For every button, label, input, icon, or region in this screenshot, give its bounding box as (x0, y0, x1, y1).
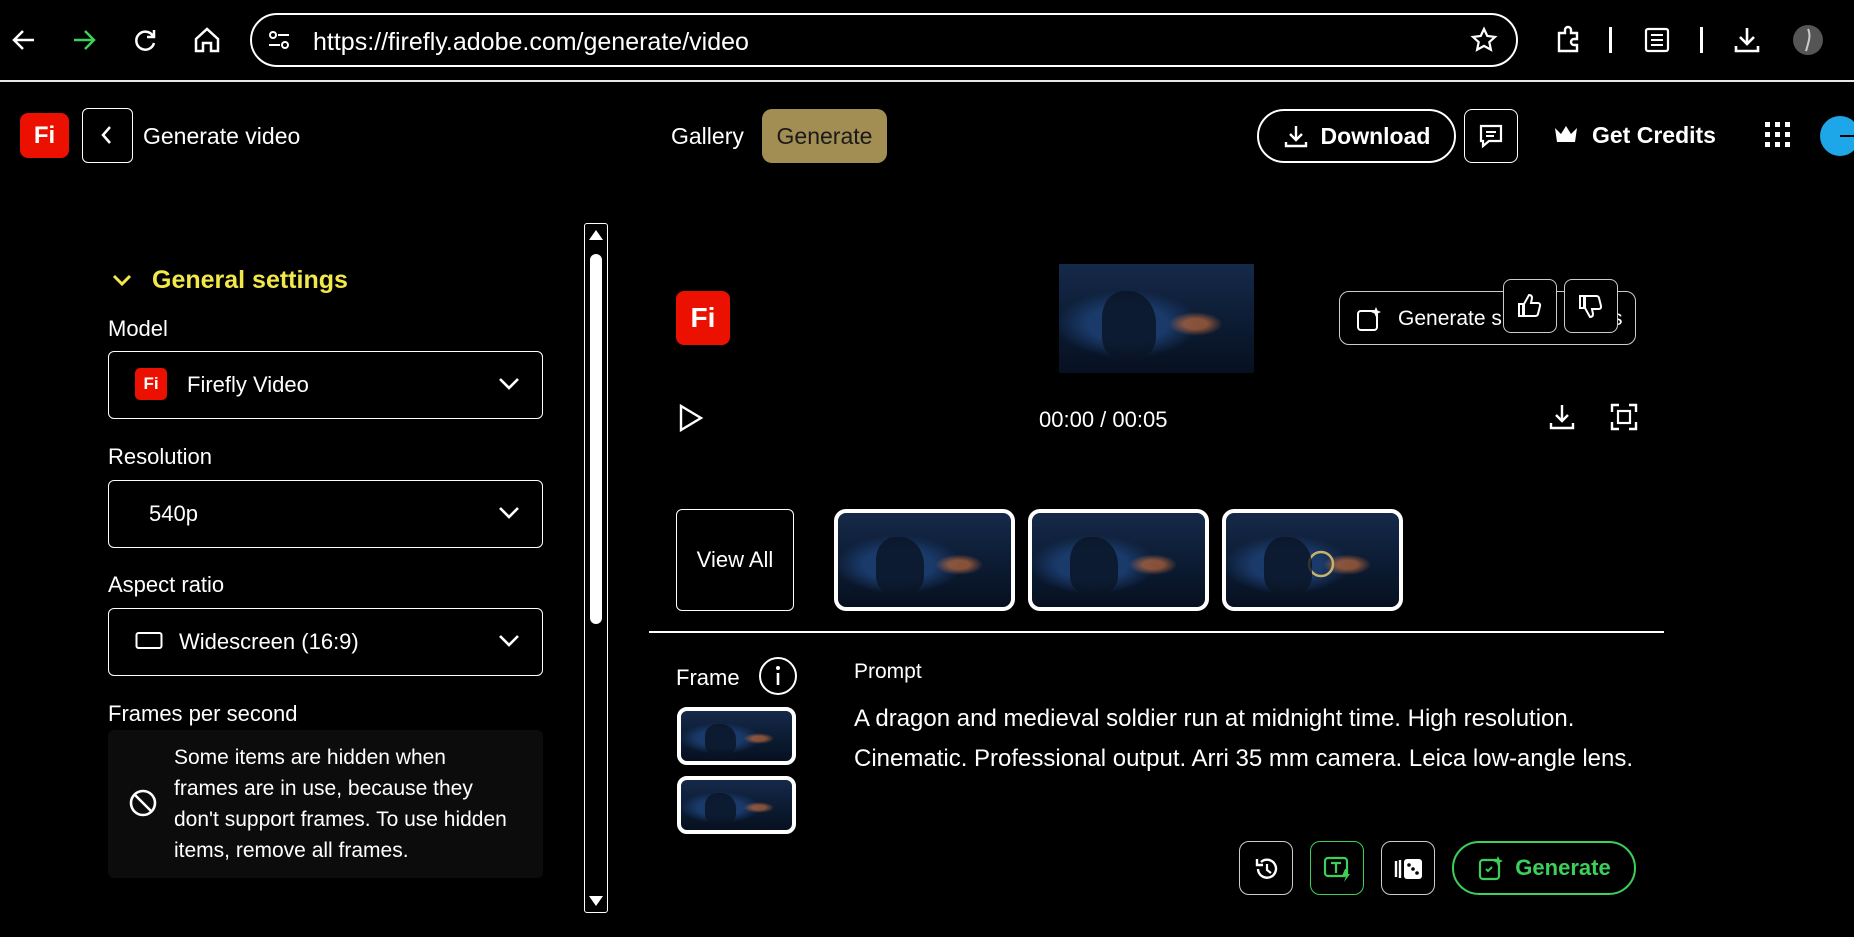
logo-text: Fi (33, 121, 56, 149)
text-enhance-icon (1323, 855, 1353, 883)
back-arrow-icon[interactable] (10, 26, 38, 54)
thumbs-up-button[interactable] (1503, 279, 1557, 333)
info-icon[interactable] (758, 656, 798, 696)
address-bar[interactable]: https://firefly.adobe.com/generate/video (250, 13, 1518, 67)
variation-thumbnail-1[interactable] (834, 509, 1015, 611)
model-select[interactable]: Fi Firefly Video (108, 351, 543, 419)
hidden-items-tooltip: Some items are hidden when frames are in… (108, 730, 543, 878)
sparkle-image-icon (1355, 305, 1383, 333)
generate-button[interactable]: Generate (1452, 841, 1636, 895)
chevron-left-icon (96, 124, 118, 146)
page-title: Generate video (143, 123, 301, 149)
sparkle-generate-icon (1477, 854, 1505, 882)
toolbar-divider (1609, 27, 1613, 53)
thumbs-down-button[interactable] (1564, 279, 1618, 333)
browser-toolbar: https://firefly.adobe.com/generate/video (0, 0, 1854, 82)
video-preview[interactable] (1059, 264, 1254, 373)
downloads-icon[interactable] (1732, 25, 1762, 55)
apps-grid-icon[interactable] (1763, 120, 1793, 150)
firefly-model-icon: Fi (135, 368, 167, 400)
feedback-icon (1477, 122, 1505, 150)
tab-gallery[interactable]: Gallery (671, 123, 744, 150)
user-avatar[interactable] (1818, 115, 1854, 157)
resolution-value: 540p (149, 501, 198, 526)
section-divider (649, 631, 1664, 633)
prohibited-icon (128, 788, 158, 818)
download-label: Download (1320, 122, 1431, 149)
prompt-textarea[interactable]: A dragon and medieval soldier run at mid… (854, 699, 1654, 779)
variation-thumbnail-2[interactable] (1028, 509, 1209, 611)
resolution-label: Resolution (108, 444, 212, 469)
download-icon (1283, 123, 1309, 149)
frame-label: Frame (676, 665, 740, 690)
settings-scrollbar[interactable] (584, 223, 608, 913)
generate-similar-label: Generate si (1398, 307, 1507, 330)
variation-thumbnail-3[interactable] (1222, 509, 1403, 611)
scroll-down-arrow-icon[interactable] (589, 896, 603, 906)
profile-avatar[interactable] (1792, 24, 1824, 56)
url-text[interactable]: https://firefly.adobe.com/generate/video (313, 28, 749, 57)
fullscreen-icon[interactable] (1609, 402, 1639, 432)
aspect-ratio-value: Widescreen (16:9) (179, 629, 359, 654)
resolution-select[interactable]: 540p (108, 480, 543, 548)
model-value: Firefly Video (187, 372, 309, 397)
get-credits-link[interactable]: Get Credits (1592, 122, 1716, 149)
widescreen-icon (135, 631, 163, 651)
crown-icon (1553, 124, 1579, 146)
toolbar-divider-2 (1700, 27, 1704, 53)
aspect-ratio-select[interactable]: Widescreen (16:9) (108, 608, 543, 676)
chevron-down-icon (498, 633, 520, 649)
fps-label: Frames per second (108, 701, 298, 726)
extensions-icon[interactable] (1553, 24, 1583, 54)
tooltip-text: Some items are hidden when frames are in… (174, 746, 507, 862)
reload-icon[interactable] (131, 26, 159, 54)
forward-arrow-icon[interactable] (70, 26, 98, 54)
prompt-enhance-button[interactable] (1310, 841, 1364, 895)
chevron-down-icon[interactable] (111, 272, 133, 290)
generate-label: Generate (1515, 855, 1611, 880)
prompt-label: Prompt (854, 660, 922, 683)
first-frame-thumbnail[interactable] (677, 707, 796, 765)
back-button[interactable] (82, 108, 133, 163)
result-logo-text: Fi (690, 302, 716, 333)
scroll-up-arrow-icon[interactable] (589, 230, 603, 240)
play-icon[interactable] (677, 403, 705, 433)
reading-list-icon[interactable] (1643, 26, 1671, 54)
download-button[interactable]: Download (1257, 109, 1456, 163)
chevron-down-icon (498, 505, 520, 521)
scroll-thumb[interactable] (590, 254, 602, 624)
random-style-button[interactable] (1381, 841, 1435, 895)
feedback-button[interactable] (1464, 109, 1518, 163)
general-settings-heading[interactable]: General settings (152, 266, 348, 295)
view-all-button[interactable]: View All (676, 509, 794, 611)
home-icon[interactable] (192, 25, 222, 55)
dice-cards-icon (1393, 855, 1425, 883)
aspect-ratio-label: Aspect ratio (108, 572, 225, 597)
video-time: 00:00 / 00:05 (1039, 407, 1168, 432)
history-icon (1253, 855, 1281, 883)
model-label: Model (108, 316, 168, 341)
thumbs-down-icon (1577, 292, 1605, 320)
chevron-down-icon (498, 376, 520, 392)
last-frame-thumbnail[interactable] (677, 776, 796, 834)
history-button[interactable] (1239, 841, 1293, 895)
loading-spinner-icon (1306, 549, 1336, 579)
download-video-icon[interactable] (1547, 402, 1577, 432)
bookmark-star-icon[interactable] (1470, 26, 1498, 54)
firefly-logo[interactable]: Fi (20, 113, 69, 158)
tab-generate[interactable]: Generate (762, 109, 887, 163)
thumbs-up-icon (1516, 292, 1544, 320)
site-settings-icon[interactable] (266, 27, 292, 53)
firefly-result-logo: Fi (676, 291, 730, 345)
